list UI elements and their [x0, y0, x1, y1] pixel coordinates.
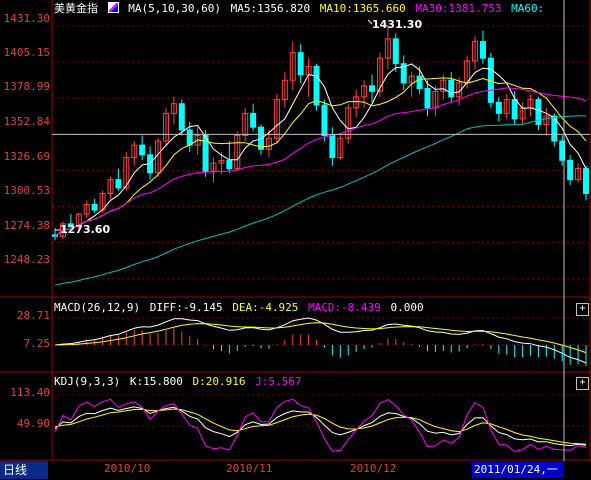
candle-body	[186, 129, 193, 146]
indicator-icon[interactable]	[107, 2, 119, 13]
macd-params: MACD(26,12,9)	[54, 301, 141, 314]
price-tick: 1248.23	[3, 253, 50, 266]
candle-body	[115, 179, 122, 189]
kdj-d-line	[54, 408, 587, 445]
macd-header: MACD(26,12,9) DIFF:-9.145 DEA:-4.925 MAC…	[54, 301, 427, 315]
macd-extra: 0.000	[390, 301, 424, 314]
ma30-value: MA30:1381.753	[415, 2, 502, 15]
candle-body	[567, 159, 574, 181]
kdj-j: J:5.567	[255, 375, 302, 388]
kdj-k-line	[54, 406, 587, 447]
candle-body	[226, 159, 233, 170]
candle-body	[313, 65, 320, 106]
candle-body	[416, 75, 423, 90]
candle-body	[139, 144, 146, 156]
candle-body	[329, 134, 336, 159]
tab-daily[interactable]: 日线	[0, 461, 48, 479]
crosshair	[52, 0, 590, 461]
ma-params: MA(5,10,30,60)	[128, 2, 221, 15]
candle-body	[91, 204, 98, 211]
cursor-date: 2011/01/24,一	[472, 462, 564, 478]
macd-tick: 7.25	[23, 337, 51, 350]
kdj-header: KDJ(9,3,3) K:15.800 D:20.916 J:5.567	[54, 375, 304, 389]
kdj-tick: 113.40	[10, 386, 50, 399]
low-annotation: 1273.60	[60, 224, 110, 236]
candle-body	[250, 112, 257, 128]
high-annotation: 1431.30	[372, 19, 422, 31]
macd-macd: MACD:-8.439	[308, 301, 381, 314]
chart-window[interactable]: 美黄金指 MA(5,10,30,60) MA5:1356.820 MA10:13…	[0, 0, 591, 480]
candle-body	[495, 101, 502, 114]
candle-body	[321, 104, 328, 136]
candlestick-series	[52, 26, 589, 241]
price-tick: 1431.30	[3, 12, 50, 25]
price-tick: 1274.38	[3, 219, 50, 232]
x-tick: 2010/11	[226, 462, 273, 475]
price-tick: 1300.53	[3, 184, 50, 197]
grid-lines	[52, 25, 590, 427]
chart-canvas[interactable]	[0, 0, 591, 480]
macd-dea: DEA:-4.925	[232, 301, 299, 314]
kdj-params: KDJ(9,3,3)	[54, 375, 121, 388]
price-tick: 1378.99	[3, 80, 50, 93]
macd-diff: DIFF:-9.145	[149, 301, 223, 314]
candle-body	[583, 168, 589, 194]
candle-body	[369, 85, 376, 92]
low-value: 1273.60	[60, 223, 111, 236]
plus-icon: +	[579, 303, 586, 314]
candle-body	[479, 41, 486, 59]
candle-body	[392, 38, 399, 65]
x-tick: 2010/12	[350, 462, 397, 475]
x-tick: 2010/10	[104, 462, 151, 475]
ma5-value: MA5:1356.820	[230, 2, 311, 15]
main-header: 美黄金指 MA(5,10,30,60) MA5:1356.820 MA10:13…	[54, 2, 547, 16]
expand-kdj-button[interactable]: +	[576, 377, 589, 390]
plus-icon: +	[579, 377, 586, 388]
instrument-title: 美黄金指	[54, 2, 98, 15]
candle-body	[448, 79, 455, 98]
high-value: 1431.30	[372, 18, 423, 31]
kdj-tick: 49.90	[16, 417, 50, 430]
ma10-value: MA10:1365.660	[319, 2, 406, 15]
candle-body	[178, 103, 185, 131]
kdj-d: D:20.916	[192, 375, 246, 388]
candle-body	[424, 88, 431, 109]
kdj-lines	[54, 398, 587, 453]
kdj-k: K:15.800	[129, 375, 183, 388]
price-tick: 1352.84	[3, 115, 50, 128]
candle-body	[511, 99, 518, 120]
ma60-value: MA60:	[511, 2, 545, 15]
price-tick: 1405.15	[3, 46, 50, 59]
candle-body	[297, 52, 304, 76]
macd-tick: 28.71	[16, 309, 50, 322]
price-tick: 1326.69	[3, 150, 50, 163]
expand-macd-button[interactable]: +	[576, 303, 589, 316]
